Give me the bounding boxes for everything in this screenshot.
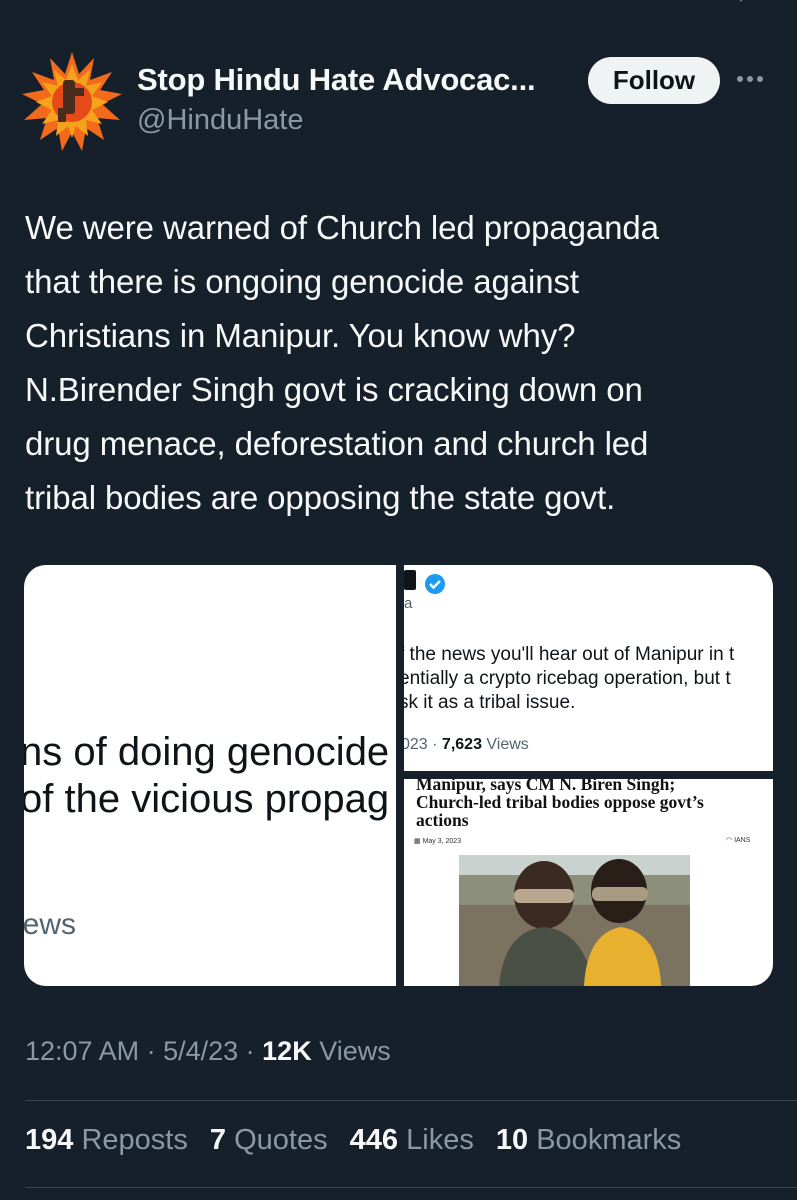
tweet-date[interactable]: 5/4/23 <box>163 1036 238 1066</box>
divider <box>25 1187 797 1188</box>
media-grid: ns of doing genocide of the vicious prop… <box>24 565 773 986</box>
image-text-line: ns of doing genocide <box>24 730 390 774</box>
engagement-stats: 194 Reposts 7 Quotes 446 Likes 10 Bookma… <box>25 1124 695 1157</box>
reposts-stat[interactable]: 194 Reposts <box>25 1124 188 1156</box>
sun-logo-icon <box>22 52 122 151</box>
media-image-1[interactable]: ns of doing genocide of the vicious prop… <box>24 565 396 986</box>
quoted-tweet-text: f the news you'll hear out of Manipur in… <box>404 644 735 713</box>
avatar[interactable] <box>22 52 122 152</box>
media-image-2[interactable]: a f the news you'll hear out of Manipur … <box>404 565 773 771</box>
views-count: 12K <box>262 1036 312 1066</box>
quoted-views-label: Views <box>481 736 529 753</box>
news-date: ▦ May 3, 2023 <box>414 838 462 845</box>
follow-button[interactable]: Follow <box>588 57 720 104</box>
separator: · <box>139 1036 164 1066</box>
tweet-meta: 12:07 AM · 5/4/23 · 12K Views <box>25 1036 391 1067</box>
chevron-down-icon <box>739 0 743 2</box>
quotes-stat[interactable]: 7 Quotes <box>210 1124 328 1156</box>
news-source: ◠ IANS <box>726 837 751 844</box>
tweet-text: We were warned of Church led propaganda … <box>25 209 659 516</box>
cropped-name-fragment <box>404 570 416 590</box>
views-label: Views <box>311 1036 391 1066</box>
verified-badge-icon <box>425 574 445 594</box>
bookmarks-stat[interactable]: 10 Bookmarks <box>496 1124 681 1156</box>
image-views-text: iews <box>24 908 77 941</box>
calendar-icon: ▦ <box>414 838 423 845</box>
author-name[interactable]: Stop Hindu Hate Advocac... <box>137 62 567 98</box>
divider <box>25 1100 797 1101</box>
image-text-line: of the vicious propag <box>24 777 390 821</box>
media-image-3[interactable]: Manipur, says CM N. Biren Singh; Church-… <box>404 779 773 986</box>
author-handle[interactable]: @HinduHate <box>137 104 303 137</box>
separator: · <box>238 1036 263 1066</box>
likes-stat[interactable]: 446 Likes <box>350 1124 474 1156</box>
author-icon: ◠ <box>726 837 735 844</box>
cropped-handle-fragment: a <box>404 595 413 612</box>
quoted-date: 023 · <box>404 736 442 753</box>
quoted-views-count: 7,623 <box>441 736 482 753</box>
news-photo <box>459 855 734 986</box>
quoted-tweet-meta: 023 · 7,623 Views <box>404 736 529 754</box>
news-headline: Manipur, says CM N. Biren Singh; Church-… <box>416 779 704 830</box>
tweet-time[interactable]: 12:07 AM <box>25 1036 139 1066</box>
more-options-icon[interactable] <box>737 69 769 89</box>
tweet-detail-page: Stop Hindu Hate Advocac... @HinduHate Fo… <box>0 0 797 1200</box>
